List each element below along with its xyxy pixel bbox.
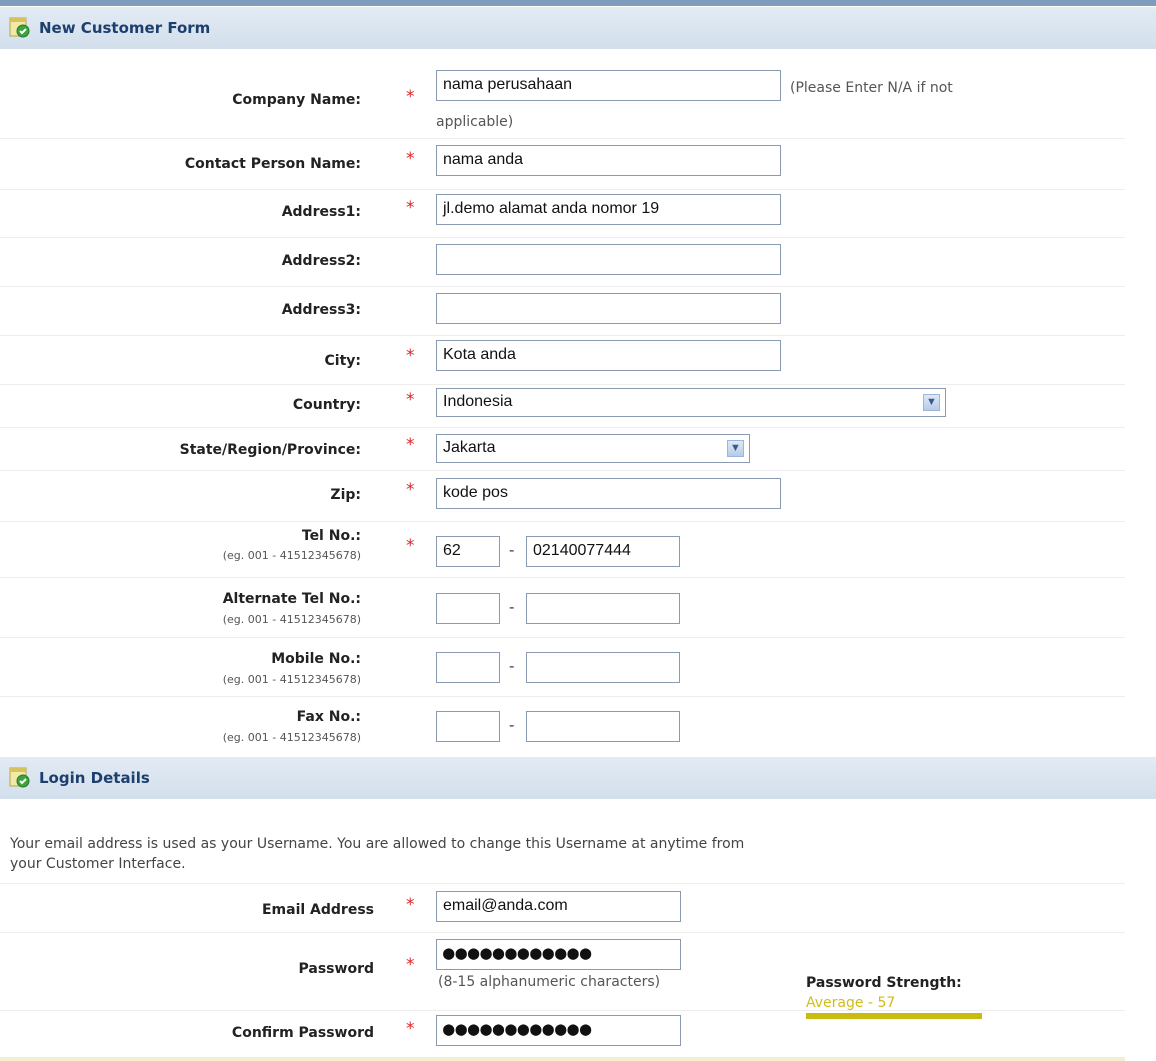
country-row: Country: * Indonesia ▼ bbox=[0, 385, 1125, 428]
password-hint: (8-15 alphanumeric characters) bbox=[438, 974, 661, 990]
country-select[interactable]: Indonesia ▼ bbox=[436, 388, 946, 417]
company-hint: (Please Enter N/A if not bbox=[790, 80, 953, 96]
alt-tel-label: Alternate Tel No.: bbox=[222, 591, 361, 607]
alt-tel-separator: - bbox=[509, 598, 515, 616]
login-details-title: Login Details bbox=[39, 769, 150, 787]
form-check-icon bbox=[9, 17, 30, 38]
required-marker: * bbox=[406, 955, 415, 975]
mobile-country-code-input[interactable] bbox=[436, 652, 500, 683]
tel-country-code-input[interactable]: 62 bbox=[436, 536, 500, 567]
city-row: City: * Kota anda bbox=[0, 336, 1125, 385]
alt-tel-example: (eg. 001 - 41512345678) bbox=[222, 613, 361, 626]
form-bottom-divider bbox=[0, 1057, 1125, 1061]
required-marker: * bbox=[406, 198, 415, 218]
tel-example: (eg. 001 - 41512345678) bbox=[222, 549, 361, 562]
tel-label: Tel No.: bbox=[301, 528, 361, 544]
contact-row: Contact Person Name: * nama anda bbox=[0, 139, 1125, 190]
required-marker: * bbox=[406, 480, 415, 500]
state-row: State/Region/Province: * Jakarta ▼ bbox=[0, 428, 1125, 471]
contact-label: Contact Person Name: bbox=[184, 156, 361, 172]
form-check-icon bbox=[9, 767, 30, 788]
address2-row: Address2: bbox=[0, 238, 1125, 287]
username-note-line1: Your email address is used as your Usern… bbox=[10, 836, 745, 852]
password-input[interactable]: ●●●●●●●●●●●● bbox=[436, 939, 681, 970]
fax-country-code-input[interactable] bbox=[436, 711, 500, 742]
fax-row: Fax No.: (eg. 001 - 41512345678) - bbox=[0, 697, 1125, 757]
required-marker: * bbox=[406, 435, 415, 455]
chevron-down-icon[interactable]: ▼ bbox=[923, 394, 940, 411]
mobile-row: Mobile No.: (eg. 001 - 41512345678) - bbox=[0, 638, 1125, 697]
state-label: State/Region/Province: bbox=[179, 442, 361, 458]
email-label: Email Address bbox=[261, 902, 374, 918]
company-name-input[interactable]: nama perusahaan bbox=[436, 70, 781, 101]
tel-row: Tel No.: (eg. 001 - 41512345678) * 62 - … bbox=[0, 522, 1125, 578]
email-input[interactable]: email@anda.com bbox=[436, 891, 681, 922]
password-strength-value: Average - 57 bbox=[806, 995, 896, 1011]
company-label: Company Name: bbox=[232, 92, 361, 108]
state-select-value: Jakarta bbox=[443, 439, 496, 456]
required-marker: * bbox=[406, 346, 415, 366]
required-marker: * bbox=[406, 895, 415, 915]
username-note: Your email address is used as your Usern… bbox=[10, 834, 1100, 874]
confirm-password-row: Confirm Password * ●●●●●●●●●●●● bbox=[0, 1011, 1125, 1057]
address2-input[interactable] bbox=[436, 244, 781, 275]
password-strength-label: Password Strength: bbox=[806, 975, 962, 991]
required-marker: * bbox=[406, 1019, 415, 1039]
email-row: Email Address * email@anda.com bbox=[0, 883, 1125, 933]
company-hint-cont: applicable) bbox=[436, 114, 514, 130]
mobile-separator: - bbox=[509, 657, 515, 675]
city-label: City: bbox=[324, 353, 362, 369]
required-marker: * bbox=[406, 87, 415, 107]
alt-tel-country-code-input[interactable] bbox=[436, 593, 500, 624]
required-marker: * bbox=[406, 390, 415, 410]
tel-number-input[interactable]: 02140077444 bbox=[526, 536, 680, 567]
top-border bbox=[0, 0, 1156, 6]
city-input[interactable]: Kota anda bbox=[436, 340, 781, 371]
address2-label: Address2: bbox=[281, 253, 361, 269]
chevron-down-icon[interactable]: ▼ bbox=[727, 440, 744, 457]
state-select[interactable]: Jakarta ▼ bbox=[436, 434, 750, 463]
country-select-value: Indonesia bbox=[443, 393, 513, 410]
fax-separator: - bbox=[509, 716, 515, 734]
alt-tel-number-input[interactable] bbox=[526, 593, 680, 624]
password-row: Password * ●●●●●●●●●●●● (8-15 alphanumer… bbox=[0, 932, 1125, 1011]
address1-input[interactable]: jl.demo alamat anda nomor 19 bbox=[436, 194, 781, 225]
fax-label: Fax No.: bbox=[296, 709, 361, 725]
required-marker: * bbox=[406, 536, 415, 556]
confirm-password-input[interactable]: ●●●●●●●●●●●● bbox=[436, 1015, 681, 1046]
zip-row: Zip: * kode pos bbox=[0, 471, 1125, 522]
mobile-label: Mobile No.: bbox=[271, 651, 361, 667]
company-row: Company Name: * nama perusahaan (Please … bbox=[0, 66, 1125, 139]
address1-row: Address1: * jl.demo alamat anda nomor 19 bbox=[0, 190, 1125, 238]
alt-tel-row: Alternate Tel No.: (eg. 001 - 4151234567… bbox=[0, 578, 1125, 638]
username-note-line2: your Customer Interface. bbox=[10, 856, 186, 872]
zip-input[interactable]: kode pos bbox=[436, 478, 781, 509]
confirm-password-label: Confirm Password bbox=[231, 1025, 374, 1041]
customer-form-header: New Customer Form bbox=[0, 7, 1156, 49]
password-label: Password bbox=[298, 961, 374, 977]
customer-form-title: New Customer Form bbox=[39, 19, 211, 37]
address3-input[interactable] bbox=[436, 293, 781, 324]
required-marker: * bbox=[406, 149, 415, 169]
tel-separator: - bbox=[509, 541, 515, 559]
address1-label: Address1: bbox=[281, 204, 361, 220]
address3-label: Address3: bbox=[281, 302, 361, 318]
mobile-number-input[interactable] bbox=[526, 652, 680, 683]
login-details-header: Login Details bbox=[0, 757, 1156, 799]
address3-row: Address3: bbox=[0, 287, 1125, 336]
country-label: Country: bbox=[292, 397, 361, 413]
mobile-example: (eg. 001 - 41512345678) bbox=[222, 673, 361, 686]
fax-number-input[interactable] bbox=[526, 711, 680, 742]
contact-person-input[interactable]: nama anda bbox=[436, 145, 781, 176]
fax-example: (eg. 001 - 41512345678) bbox=[222, 731, 361, 744]
zip-label: Zip: bbox=[330, 487, 361, 503]
